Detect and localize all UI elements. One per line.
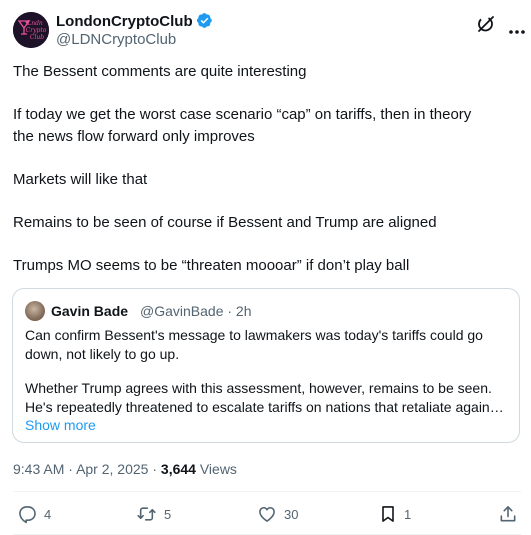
author-handle[interactable]: @LDNCryptoClub <box>56 30 176 50</box>
bookmark-icon <box>379 504 397 524</box>
author-name-text[interactable]: LondonCryptoClub <box>56 13 193 30</box>
like-count: 30 <box>284 506 299 522</box>
views-label: Views <box>199 461 237 477</box>
tweet-date[interactable]: Apr 2, 2025 <box>76 461 148 477</box>
quoted-text-line: Can confirm Bessent's message to lawmake… <box>25 327 483 343</box>
repost-button[interactable]: 5 <box>136 502 171 526</box>
tweet-text-line: The Bessent comments are quite interesti… <box>13 63 307 80</box>
more-icon[interactable] <box>508 22 526 34</box>
verified-badge-icon <box>196 12 213 35</box>
tweet-text-line: Markets will like that <box>13 171 148 188</box>
quoted-text-line: down, not likely to go up. <box>25 346 180 362</box>
bookmark-button[interactable]: 1 <box>379 502 411 526</box>
quoted-author-avatar[interactable] <box>25 301 45 321</box>
meta-separator: · <box>152 461 158 477</box>
quoted-text-line: Whether Trump agrees with this assessmen… <box>25 380 492 396</box>
tweet-text-line: If today we get the worst case scenario … <box>13 106 472 123</box>
grok-icon[interactable] <box>476 14 496 34</box>
quoted-author-name[interactable]: Gavin Bade <box>51 302 128 320</box>
svg-text:Lndn: Lndn <box>26 20 43 27</box>
quoted-tweet-card[interactable]: Gavin Bade @GavinBade · 2h Can confirm B… <box>12 288 520 443</box>
like-button[interactable]: 30 <box>257 502 298 526</box>
tweet-text-line: Remains to be seen of course if Bessent … <box>13 214 437 231</box>
reply-count: 4 <box>44 506 52 522</box>
show-more-link[interactable]: Show more <box>25 416 96 434</box>
quoted-text-line: He's repeatedly threatened to escalate t… <box>25 399 509 415</box>
reply-icon <box>17 504 37 524</box>
divider <box>13 491 521 492</box>
like-icon <box>257 504 277 524</box>
share-icon <box>498 504 518 524</box>
bookmark-count: 1 <box>404 506 412 522</box>
repost-icon <box>136 504 157 524</box>
tweet-text-line: Trumps MO seems to be “threaten moooar” … <box>13 257 410 274</box>
tweet-time[interactable]: 9:43 AM <box>13 461 64 477</box>
svg-text:Crypto: Crypto <box>26 27 47 34</box>
author-avatar[interactable]: Lndn Crypto Club <box>13 12 49 48</box>
tweet-meta: 9:43 AM · Apr 2, 2025 · 3,644 Views <box>13 460 237 478</box>
quoted-author-meta: @GavinBade · 2h <box>140 303 252 319</box>
reply-button[interactable]: 4 <box>17 502 51 526</box>
share-button[interactable] <box>498 502 518 526</box>
svg-text:Club: Club <box>30 34 44 41</box>
meta-separator: · <box>68 461 73 477</box>
repost-count: 5 <box>164 506 172 522</box>
tweet-text-line: the news flow forward only improves <box>13 128 255 145</box>
views-count: 3,644 <box>160 461 196 477</box>
